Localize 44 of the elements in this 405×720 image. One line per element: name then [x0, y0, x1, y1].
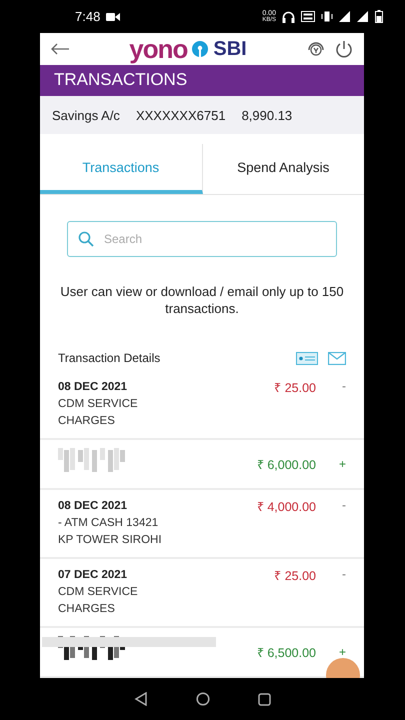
transaction-description: KP TOWER SIROHI	[58, 533, 163, 548]
transaction-amount: ₹ 6,000.00	[256, 456, 316, 472]
transaction-description: CDM SERVICE	[58, 397, 139, 412]
section-heading: Transaction Details	[58, 351, 162, 365]
bank-logo-text: SBI	[213, 38, 247, 59]
transaction-amount: ₹ 6,500.00	[256, 644, 316, 660]
transaction-description: CHARGES	[58, 602, 116, 617]
back-arrow-icon[interactable]	[50, 42, 70, 55]
page-title: TRANSACTIONS	[40, 64, 364, 96]
vibrate-icon	[321, 11, 333, 22]
headphones-icon	[282, 10, 295, 22]
power-icon[interactable]	[334, 38, 354, 59]
home-nav-icon[interactable]	[196, 692, 210, 706]
transaction-amount: ₹ 25.00	[274, 568, 316, 584]
card-icon[interactable]	[296, 352, 318, 364]
transaction-description: CHARGES	[58, 414, 116, 429]
limit-notice: User can view or download / email only up to 150 transactions.	[59, 283, 345, 317]
account-balance: 8,990.13	[242, 108, 292, 122]
video-icon	[106, 12, 120, 22]
search-icon	[78, 231, 94, 247]
transaction-date: 07 DEC 2021	[58, 568, 128, 583]
transaction-date: 08 DEC 2021	[58, 499, 128, 514]
signal-icon	[339, 11, 351, 22]
debit-credit-sign: -	[341, 379, 346, 393]
transaction-amount: ₹ 25.00	[274, 380, 316, 396]
signal-icon	[357, 11, 369, 22]
debit-credit-sign: -	[341, 498, 346, 512]
transaction-amount: ₹ 4,000.00	[256, 499, 316, 515]
search-field[interactable]: Search	[67, 221, 337, 257]
status-time: 7:48	[75, 9, 100, 24]
battery-icon	[375, 10, 383, 23]
brand-logo-text: yono	[129, 36, 188, 62]
keyhole-logo-icon	[192, 40, 208, 57]
transaction-description: - ATM CASH 13421	[58, 516, 160, 531]
volte-icon	[301, 11, 315, 22]
account-type: Savings A/c	[52, 108, 120, 122]
debit-credit-sign: +	[338, 457, 346, 471]
debit-credit-sign: -	[341, 567, 346, 581]
account-number: XXXXXXX6751	[136, 108, 226, 122]
transaction-description: CDM SERVICE	[58, 585, 139, 600]
transaction-date: 08 DEC 2021	[58, 380, 128, 395]
debit-credit-sign: +	[338, 645, 346, 659]
recents-nav-icon[interactable]	[258, 692, 271, 706]
back-nav-icon[interactable]	[134, 692, 148, 706]
